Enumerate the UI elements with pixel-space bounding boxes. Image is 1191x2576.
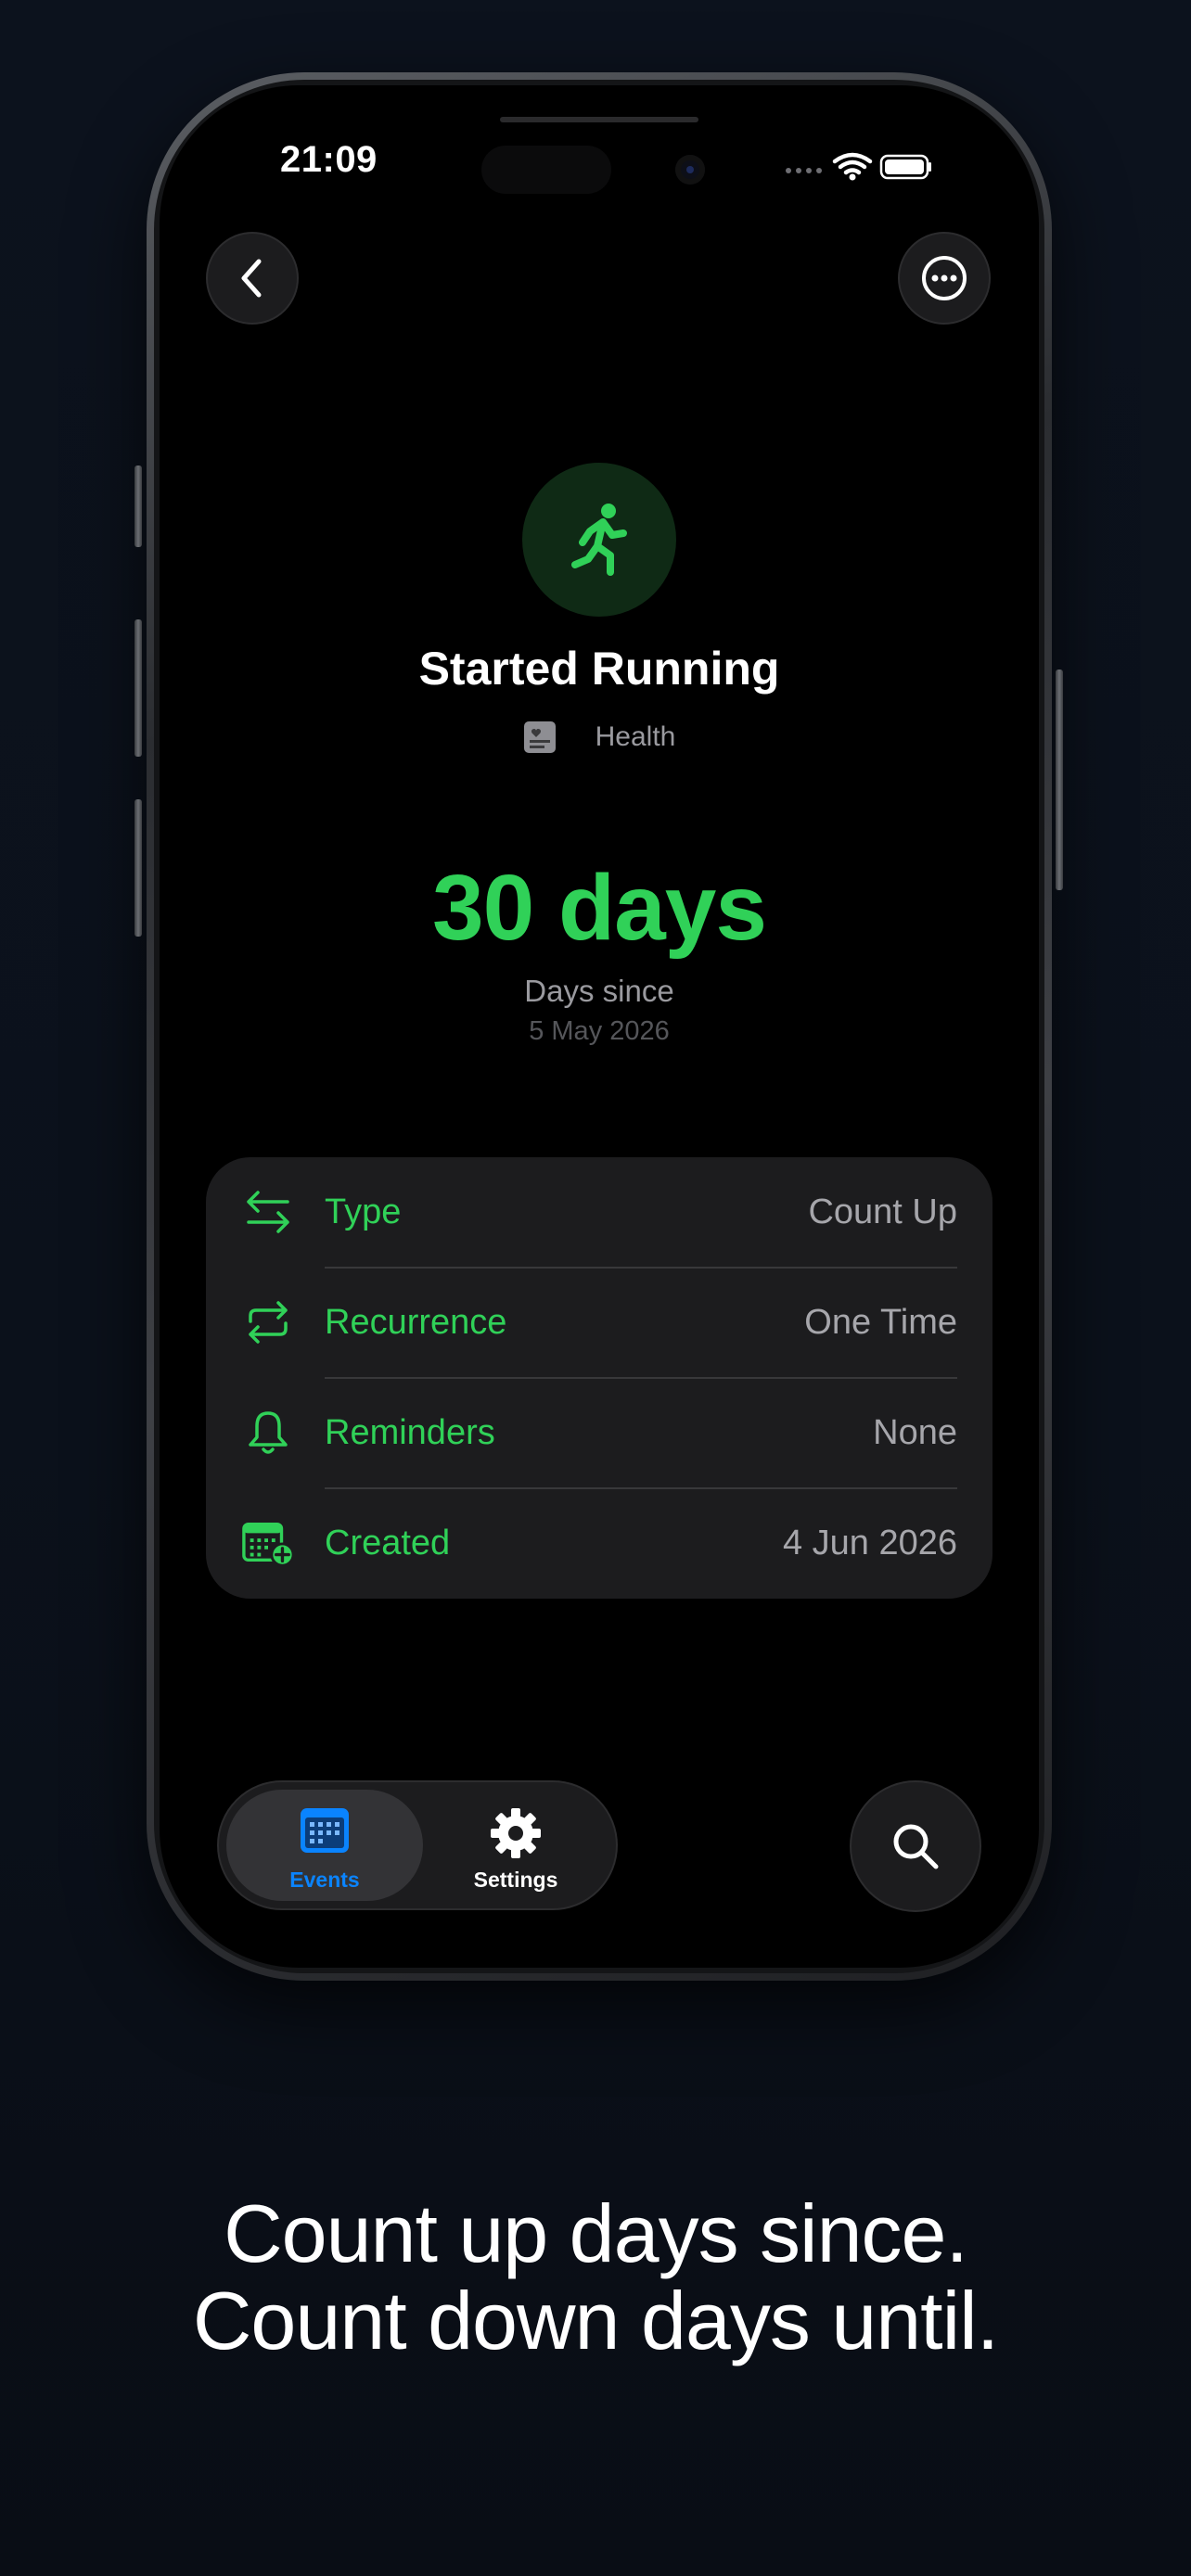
detail-value: Count Up — [808, 1192, 957, 1231]
count-label: Days since — [524, 974, 674, 1008]
volume-up-button — [134, 619, 142, 757]
repeat-icon — [241, 1295, 295, 1349]
status-time: 21:09 — [280, 139, 378, 180]
detail-label: Type — [325, 1192, 402, 1231]
cellular-signal-icon — [786, 168, 822, 173]
chevron-left-icon — [241, 259, 262, 298]
details-card: Type Count Up Recurrence One Time Remind… — [206, 1157, 992, 1599]
event-icon-circle — [522, 463, 676, 617]
tab-events[interactable]: Events — [226, 1790, 423, 1901]
more-options-button[interactable] — [898, 232, 991, 325]
front-camera — [675, 155, 705, 185]
running-figure-icon — [571, 504, 627, 576]
detail-label: Reminders — [325, 1413, 495, 1452]
detail-row-created[interactable]: Created 4 Jun 2026 — [206, 1488, 992, 1599]
detail-label: Recurrence — [325, 1303, 507, 1342]
tab-label: Settings — [473, 1868, 558, 1892]
wifi-icon — [832, 152, 873, 175]
dynamic-island — [481, 146, 611, 194]
search-button[interactable] — [850, 1780, 981, 1912]
battery-icon — [879, 154, 931, 180]
power-button — [1056, 670, 1063, 890]
speaker-grille — [500, 117, 698, 122]
arrows-left-right-icon — [241, 1185, 295, 1239]
action-button — [134, 465, 142, 547]
bell-icon — [241, 1406, 295, 1460]
detail-row-recurrence[interactable]: Recurrence One Time — [206, 1268, 992, 1378]
detail-label: Created — [325, 1524, 451, 1562]
detail-row-reminders[interactable]: Reminders None — [206, 1378, 992, 1488]
detail-value: One Time — [804, 1303, 957, 1342]
ellipsis-circle-icon — [922, 256, 967, 300]
tagline-line-2: Count down days until. — [192, 2275, 999, 2366]
search-icon — [893, 1824, 939, 1869]
day-count: 30 days — [432, 856, 767, 960]
volume-down-button — [134, 799, 142, 937]
calendar-plus-icon — [241, 1516, 295, 1570]
health-card-icon — [523, 721, 556, 753]
tab-label: Events — [289, 1868, 360, 1892]
detail-value: None — [873, 1413, 957, 1452]
start-date: 5 May 2026 — [529, 1016, 670, 1046]
tagline-line-1: Count up days since. — [224, 2187, 968, 2279]
event-title: Started Running — [418, 643, 780, 695]
calendar-icon — [301, 1808, 349, 1853]
detail-row-type[interactable]: Type Count Up — [206, 1157, 992, 1268]
category-label: Health — [595, 721, 676, 752]
gear-icon — [491, 1808, 541, 1858]
tab-bar: Events Settings — [217, 1780, 618, 1910]
phone-screen: 21:09 Started Running Health 30 days Day… — [160, 85, 1039, 1968]
back-button[interactable] — [206, 232, 299, 325]
tab-settings[interactable]: Settings — [417, 1790, 614, 1901]
status-indicators — [783, 150, 931, 184]
event-category: Health — [160, 721, 1039, 754]
detail-value: 4 Jun 2026 — [782, 1524, 957, 1562]
